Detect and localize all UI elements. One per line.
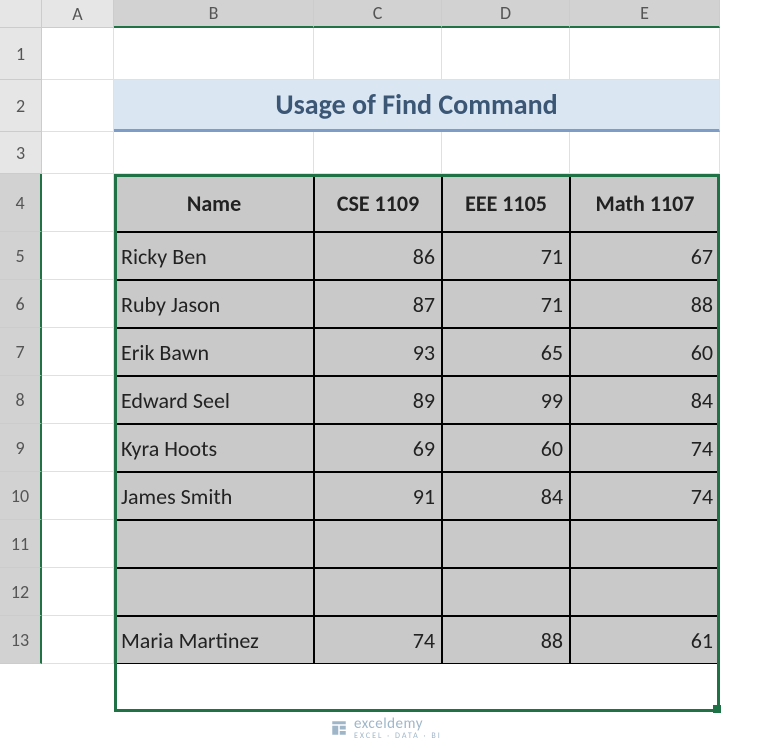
- cell-A7[interactable]: [42, 328, 114, 376]
- cell-E9[interactable]: 74: [570, 424, 720, 472]
- cell-A4[interactable]: [42, 174, 114, 232]
- row-header-5[interactable]: 5: [0, 232, 42, 280]
- spreadsheet-grid: A B C D E 1 2 Usage of Find Command 3 4 …: [0, 0, 767, 664]
- cell-B3[interactable]: [114, 132, 314, 174]
- cell-E11[interactable]: [570, 520, 720, 568]
- cell-D7[interactable]: 65: [442, 328, 570, 376]
- cell-E8[interactable]: 84: [570, 376, 720, 424]
- col-header-E[interactable]: E: [570, 0, 720, 28]
- cell-D8[interactable]: 99: [442, 376, 570, 424]
- cell-D1[interactable]: [442, 28, 570, 80]
- selection-fill-handle[interactable]: [713, 705, 721, 713]
- cell-B12[interactable]: [114, 568, 314, 616]
- row-header-12[interactable]: 12: [0, 568, 42, 616]
- header-math[interactable]: Math 1107: [570, 174, 720, 232]
- cell-C9[interactable]: 69: [314, 424, 442, 472]
- cell-C10[interactable]: 91: [314, 472, 442, 520]
- cell-E12[interactable]: [570, 568, 720, 616]
- cell-B5[interactable]: Ricky Ben: [114, 232, 314, 280]
- cell-D9[interactable]: 60: [442, 424, 570, 472]
- cell-B9[interactable]: Kyra Hoots: [114, 424, 314, 472]
- cell-B11[interactable]: [114, 520, 314, 568]
- row-header-1[interactable]: 1: [0, 28, 42, 80]
- cell-C5[interactable]: 86: [314, 232, 442, 280]
- cell-E6[interactable]: 88: [570, 280, 720, 328]
- cell-C6[interactable]: 87: [314, 280, 442, 328]
- cell-E5[interactable]: 67: [570, 232, 720, 280]
- col-header-C[interactable]: C: [314, 0, 442, 28]
- cell-B10[interactable]: James Smith: [114, 472, 314, 520]
- cell-C8[interactable]: 89: [314, 376, 442, 424]
- cell-A6[interactable]: [42, 280, 114, 328]
- cell-D10[interactable]: 84: [442, 472, 570, 520]
- watermark-icon: [330, 719, 348, 737]
- row-header-10[interactable]: 10: [0, 472, 42, 520]
- cell-E10[interactable]: 74: [570, 472, 720, 520]
- cell-C12[interactable]: [314, 568, 442, 616]
- cell-A8[interactable]: [42, 376, 114, 424]
- row-header-13[interactable]: 13: [0, 616, 42, 664]
- cell-D11[interactable]: [442, 520, 570, 568]
- header-eee[interactable]: EEE 1105: [442, 174, 570, 232]
- cell-C13[interactable]: 74: [314, 616, 442, 664]
- cell-A3[interactable]: [42, 132, 114, 174]
- cell-E3[interactable]: [570, 132, 720, 174]
- header-name[interactable]: Name: [114, 174, 314, 232]
- row-header-8[interactable]: 8: [0, 376, 42, 424]
- header-cse[interactable]: CSE 1109: [314, 174, 442, 232]
- row-header-4[interactable]: 4: [0, 174, 42, 232]
- watermark-sub: EXCEL · DATA · BI: [354, 731, 442, 741]
- row-header-3[interactable]: 3: [0, 132, 42, 174]
- cell-B8[interactable]: Edward Seel: [114, 376, 314, 424]
- cell-C3[interactable]: [314, 132, 442, 174]
- cell-D12[interactable]: [442, 568, 570, 616]
- cell-E1[interactable]: [570, 28, 720, 80]
- row-header-6[interactable]: 6: [0, 280, 42, 328]
- cell-A12[interactable]: [42, 568, 114, 616]
- title-cell[interactable]: Usage of Find Command: [114, 80, 720, 132]
- row-header-9[interactable]: 9: [0, 424, 42, 472]
- row-header-2[interactable]: 2: [0, 80, 42, 132]
- cell-A10[interactable]: [42, 472, 114, 520]
- row-header-11[interactable]: 11: [0, 520, 42, 568]
- cell-A1[interactable]: [42, 28, 114, 80]
- cell-B13[interactable]: Maria Martinez: [114, 616, 314, 664]
- cell-A9[interactable]: [42, 424, 114, 472]
- col-header-D[interactable]: D: [442, 0, 570, 28]
- cell-A13[interactable]: [42, 616, 114, 664]
- watermark: exceldemy EXCEL · DATA · BI: [330, 715, 442, 741]
- cell-A5[interactable]: [42, 232, 114, 280]
- cell-D6[interactable]: 71: [442, 280, 570, 328]
- watermark-brand: exceldemy: [354, 715, 423, 733]
- cell-A11[interactable]: [42, 520, 114, 568]
- cell-B7[interactable]: Erik Bawn: [114, 328, 314, 376]
- cell-B6[interactable]: Ruby Jason: [114, 280, 314, 328]
- cell-B1[interactable]: [114, 28, 314, 80]
- cell-E7[interactable]: 60: [570, 328, 720, 376]
- cell-D3[interactable]: [442, 132, 570, 174]
- cell-C1[interactable]: [314, 28, 442, 80]
- cell-C11[interactable]: [314, 520, 442, 568]
- cell-E13[interactable]: 61: [570, 616, 720, 664]
- cell-A2[interactable]: [42, 80, 114, 132]
- cell-C7[interactable]: 93: [314, 328, 442, 376]
- row-header-7[interactable]: 7: [0, 328, 42, 376]
- cell-D13[interactable]: 88: [442, 616, 570, 664]
- col-header-A[interactable]: A: [42, 0, 114, 28]
- select-all-corner[interactable]: [0, 0, 42, 28]
- col-header-B[interactable]: B: [114, 0, 314, 28]
- cell-D5[interactable]: 71: [442, 232, 570, 280]
